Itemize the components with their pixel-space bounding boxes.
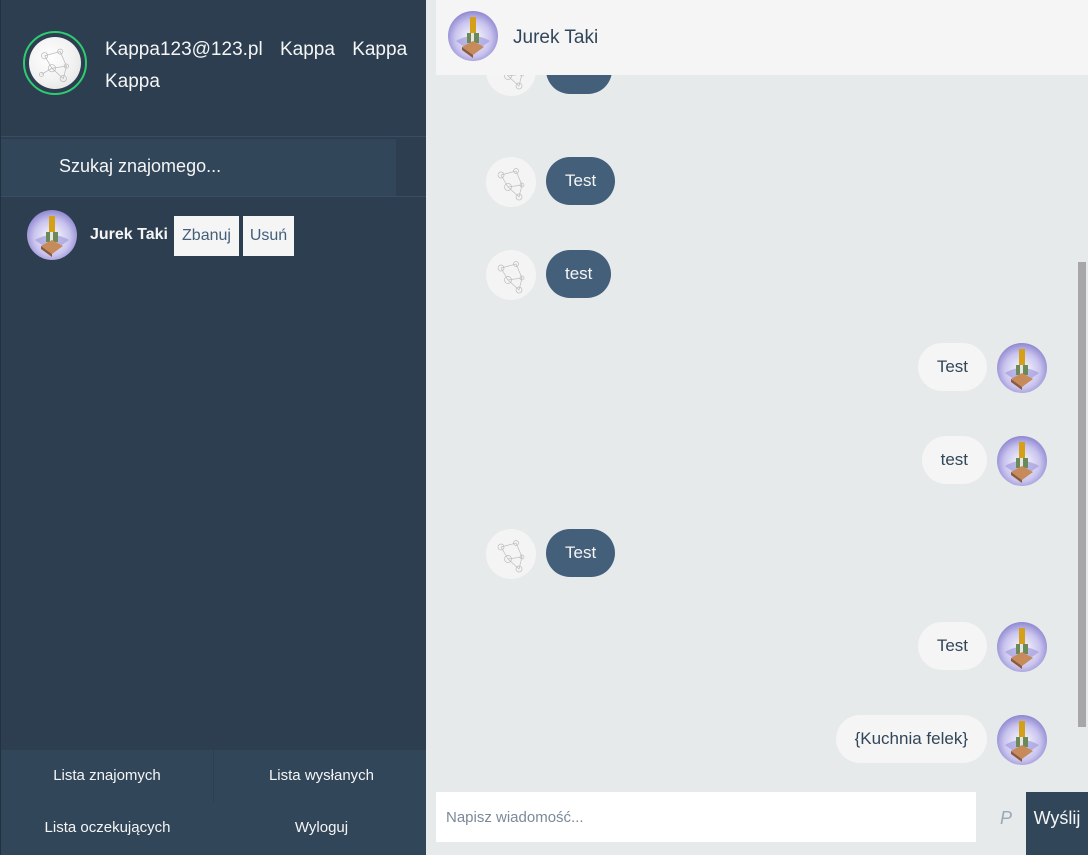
message-composer: P Wyślij bbox=[436, 792, 1088, 855]
search-placeholder: Szukaj znajomego... bbox=[59, 156, 222, 176]
message-reply: Test bbox=[426, 622, 1088, 672]
paperclip-icon[interactable]: P bbox=[996, 808, 1016, 828]
tool-avatar-icon bbox=[448, 11, 498, 61]
chat-header-name: Jurek Taki bbox=[513, 27, 599, 48]
message-reply: {Kuchnia felek} bbox=[426, 715, 1088, 765]
contact-item[interactable]: Jurek Taki Zbanuj Usuń bbox=[1, 200, 427, 272]
message-bubble: test bbox=[546, 250, 612, 298]
sent-list-button[interactable]: Lista wysłanych bbox=[215, 750, 428, 802]
profile-avatar[interactable] bbox=[23, 31, 87, 95]
logout-button[interactable]: Wyloguj bbox=[215, 802, 428, 854]
message-bubble bbox=[546, 75, 612, 94]
sketch-avatar-icon bbox=[486, 75, 536, 96]
sketch-avatar-icon bbox=[486, 250, 536, 300]
message-bubble: Test bbox=[917, 622, 987, 670]
tool-avatar-icon bbox=[997, 436, 1047, 486]
messages-list[interactable]: Test test Test test Test Test {Kuchnia f… bbox=[426, 75, 1088, 787]
message-bubble: Test bbox=[546, 157, 616, 205]
message-bubble: test bbox=[921, 436, 987, 484]
send-button[interactable]: Wyślij bbox=[1026, 792, 1088, 855]
ban-button[interactable]: Zbanuj bbox=[174, 216, 239, 256]
contacts-list: Jurek Taki Zbanuj Usuń bbox=[1, 200, 427, 272]
message-bubble: Test bbox=[546, 529, 616, 577]
contact-name: Jurek Taki bbox=[90, 226, 168, 243]
sidepanel: Kappa123@123.pl Kappa Kappa Kappa Szukaj… bbox=[0, 0, 427, 855]
chat-content: Jurek Taki Test test Test test Test Test… bbox=[426, 0, 1088, 855]
search: Szukaj znajomego... bbox=[1, 139, 427, 197]
pending-list-button[interactable]: Lista oczekujących bbox=[1, 802, 214, 854]
tool-avatar-icon bbox=[27, 210, 77, 260]
search-input[interactable]: Szukaj znajomego... bbox=[1, 139, 396, 196]
messages-scrollbar[interactable] bbox=[1078, 262, 1086, 727]
search-icon bbox=[29, 157, 46, 174]
message-reply: Test bbox=[426, 343, 1088, 393]
message-bubble: {Kuchnia felek} bbox=[835, 715, 987, 763]
message-bubble: Test bbox=[917, 343, 987, 391]
bottom-bar: Lista znajomych Lista wysłanych Lista oc… bbox=[1, 750, 427, 855]
tool-avatar-icon bbox=[997, 622, 1047, 672]
sketch-avatar-icon bbox=[29, 37, 81, 89]
tool-avatar-icon bbox=[997, 715, 1047, 765]
sketch-avatar-icon bbox=[486, 157, 536, 207]
friends-list-button[interactable]: Lista znajomych bbox=[1, 750, 214, 802]
tool-avatar-icon bbox=[997, 343, 1047, 393]
message-reply: test bbox=[426, 436, 1088, 486]
delete-button[interactable]: Usuń bbox=[243, 216, 294, 256]
user-profile: Kappa123@123.pl Kappa Kappa Kappa bbox=[1, 0, 427, 137]
profile-name: Kappa123@123.pl Kappa Kappa Kappa bbox=[105, 39, 408, 92]
chat-header: Jurek Taki bbox=[436, 0, 1088, 75]
message-input[interactable] bbox=[436, 792, 976, 842]
sketch-avatar-icon bbox=[486, 529, 536, 579]
